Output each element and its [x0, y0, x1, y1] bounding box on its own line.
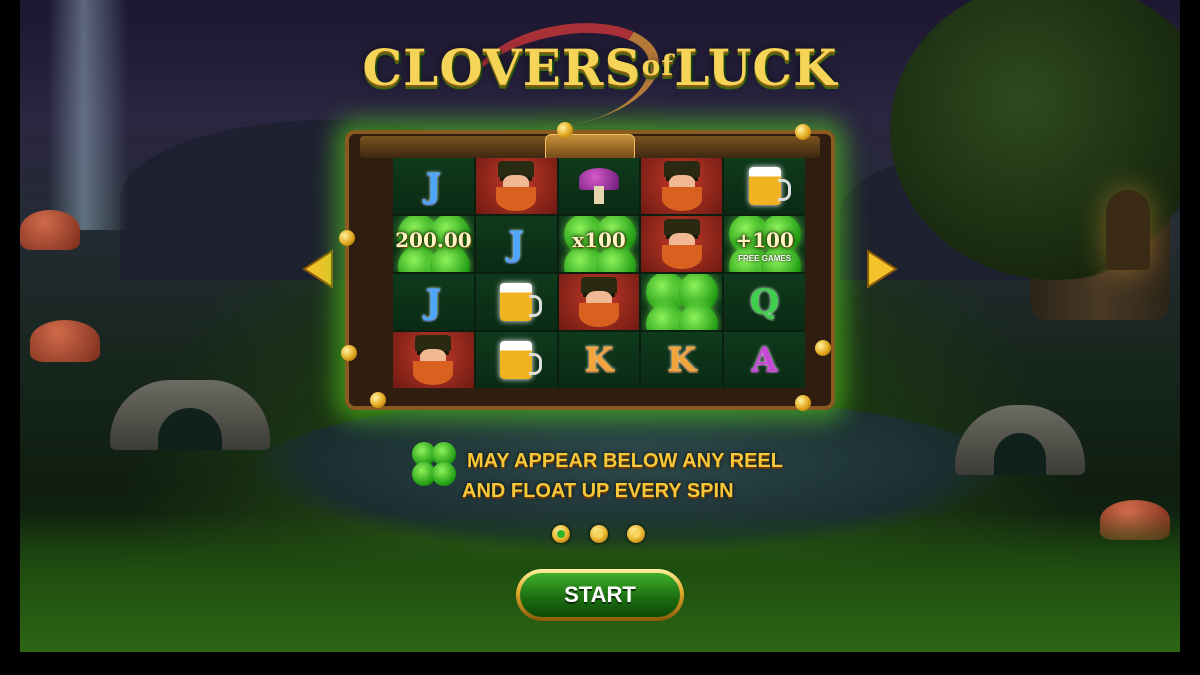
prev-page-button[interactable]	[302, 249, 336, 289]
reel-cell: J	[393, 274, 474, 330]
page-indicator	[552, 525, 652, 545]
game-logo: CLOVERSofLUCK	[0, 38, 1200, 97]
clover-symbol	[642, 274, 722, 330]
logo-part-of: of	[641, 49, 675, 82]
letter-symbol-q: Q	[749, 282, 780, 322]
reel-cell: +100 FREE GAMES	[724, 216, 805, 272]
reel-cell: x100	[558, 216, 640, 272]
clover-value: +100	[735, 228, 794, 252]
leprechaun-beard	[661, 187, 702, 211]
reel-cell	[475, 158, 557, 214]
coin-decor	[339, 230, 355, 246]
chevron-right-icon	[867, 249, 898, 289]
letter-symbol-j: J	[508, 224, 525, 264]
feature-description: MAY APPEAR BELOW ANY REEL AND FLOAT UP E…	[410, 440, 810, 504]
waterfall	[48, 0, 128, 230]
leprechaun-beard	[496, 187, 537, 211]
clover-value: 200.00	[395, 228, 472, 252]
reels-frame: J 200.00 Jx100 +100 FREE GAMES J Q K K A	[339, 122, 835, 411]
leprechaun-beard	[661, 245, 702, 269]
reel-cell: 200.00	[393, 216, 474, 272]
stone-bridge-right	[955, 405, 1085, 475]
coin-decor	[795, 124, 811, 140]
reel-cell: K	[641, 332, 723, 388]
letter-symbol-k: K	[667, 340, 697, 380]
leprechaun-beard	[413, 361, 454, 385]
coin-decor	[557, 122, 573, 138]
logo-part-luck: LUCK	[674, 38, 838, 97]
reel-cell: J	[393, 158, 474, 214]
coin-decor	[815, 340, 831, 356]
letter-symbol-k: K	[584, 340, 614, 380]
logo-text: CLOVERSofLUCK	[362, 38, 837, 97]
leprechaun-symbol	[573, 277, 625, 327]
reels-grid: J 200.00 Jx100 +100 FREE GAMES J Q K K A	[393, 158, 805, 388]
stone-bridge-left	[110, 380, 270, 450]
reel-cell: A	[724, 332, 805, 388]
reel-cell	[475, 332, 557, 388]
coin-decor	[795, 395, 811, 411]
reel-cell: Q	[724, 274, 805, 330]
page-dot-1[interactable]	[552, 525, 570, 543]
clover-value-sub: FREE GAMES	[738, 254, 792, 263]
letter-symbol-a: A	[751, 340, 778, 380]
mushroom-decor	[30, 320, 100, 362]
coin-decor	[370, 392, 386, 408]
start-button-label: START	[520, 573, 680, 617]
reel-cell	[641, 216, 723, 272]
reels-header	[360, 134, 820, 162]
reel-cell	[641, 158, 723, 214]
mushroom-symbol	[578, 168, 619, 204]
reel-cell	[641, 274, 723, 330]
feature-line-2: AND FLOAT UP EVERY SPIN	[462, 480, 734, 502]
reel-cell	[475, 274, 557, 330]
reel-cell	[558, 158, 640, 214]
beer-symbol	[500, 283, 543, 321]
leprechaun-symbol	[656, 219, 708, 269]
logo-part-clovers: CLOVERS	[362, 38, 642, 97]
feature-line-1: MAY APPEAR BELOW ANY REEL	[467, 450, 783, 472]
leprechaun-symbol	[407, 335, 459, 385]
page-dot-3[interactable]	[627, 525, 645, 543]
letter-symbol-j: J	[425, 282, 442, 322]
reel-cell: J	[475, 216, 557, 272]
leprechaun-beard	[578, 303, 619, 327]
reel-cell	[393, 332, 474, 388]
reel-cell: K	[558, 332, 640, 388]
beer-symbol	[500, 341, 543, 379]
tree-door	[1106, 190, 1150, 270]
start-button[interactable]: START	[516, 569, 684, 621]
leprechaun-symbol	[490, 161, 542, 211]
clover-icon	[412, 442, 458, 488]
coin-decor	[341, 345, 357, 361]
mushroom-stem	[593, 186, 604, 204]
mushroom-decor	[20, 210, 80, 250]
reel-cell	[558, 274, 640, 330]
page-dot-2[interactable]	[590, 525, 608, 543]
beer-symbol	[748, 167, 791, 205]
next-page-button[interactable]	[864, 249, 898, 289]
letter-symbol-j: J	[425, 166, 442, 206]
leprechaun-symbol	[656, 161, 708, 211]
clover-value: x100	[572, 228, 626, 252]
chevron-left-icon	[302, 249, 333, 289]
reel-cell	[724, 158, 805, 214]
